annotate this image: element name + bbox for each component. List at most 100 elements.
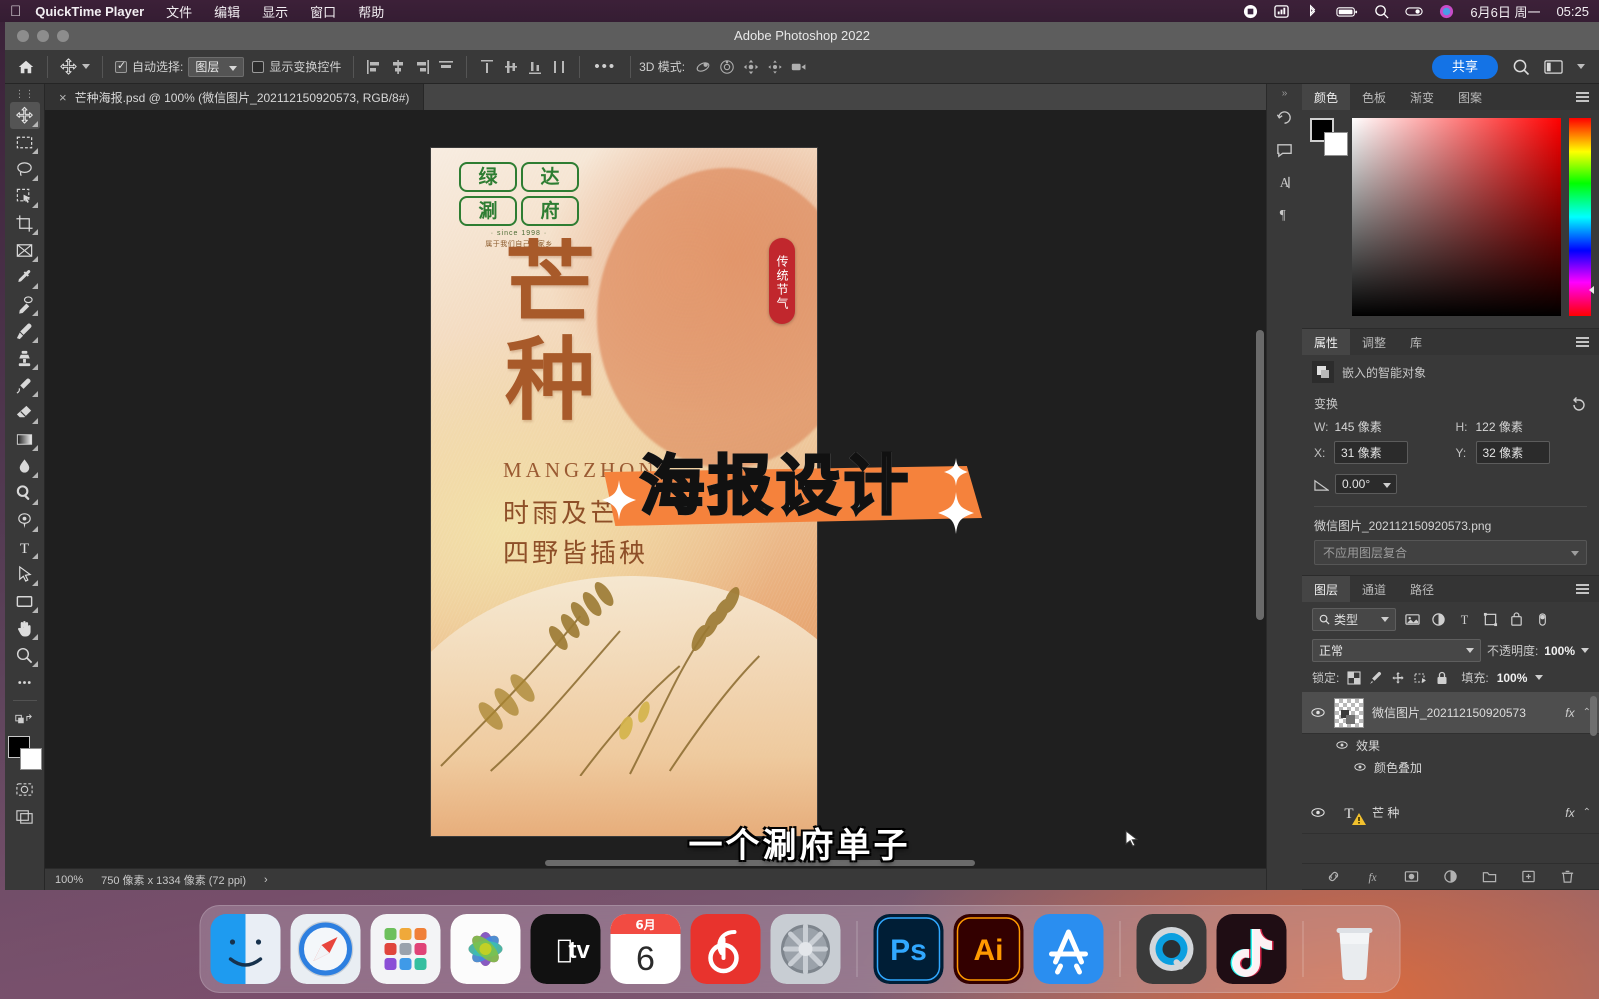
dock-item-trash[interactable] [1319,914,1389,984]
chevron-up-icon[interactable]: ⌃ [1583,807,1591,818]
tool-dodge[interactable] [10,480,40,507]
effect-visibility-toggle[interactable] [1354,762,1366,772]
chevron-down-icon[interactable] [82,64,90,69]
align-horizontal-centers-icon[interactable] [390,59,406,75]
search-icon[interactable] [1512,58,1530,76]
color-picker-field[interactable] [1352,118,1561,316]
layer-visibility-toggle[interactable] [1310,807,1326,818]
lock-position-icon[interactable] [1391,671,1405,685]
tab-swatches[interactable]: 色板 [1350,84,1398,110]
current-tool-move[interactable] [56,58,94,75]
edit-toolbar-button[interactable] [10,669,40,696]
dock-item-tiktok[interactable] [1216,914,1286,984]
tool-eyedropper[interactable] [10,264,40,291]
canvas-vertical-scrollbar[interactable] [1256,330,1264,620]
lock-all-icon[interactable] [1435,671,1449,685]
add-layer-mask-icon[interactable] [1404,869,1419,884]
link-layers-icon[interactable] [1326,869,1341,884]
dock-item-quicktime-player[interactable] [1136,914,1206,984]
pixel-filter-icon[interactable] [1402,610,1422,630]
menubar-date[interactable]: 6月6日 周一 [1470,2,1540,21]
menubar-item-view[interactable]: 显示 [262,2,288,21]
comment-icon[interactable] [1272,137,1298,163]
tool-blur[interactable] [10,453,40,480]
distribute-spacing-icon[interactable] [551,59,567,75]
dock-item-app-store[interactable] [1033,914,1103,984]
layer-filter-type-dropdown[interactable]: 类型 [1312,608,1396,631]
slide-3d-icon[interactable] [767,59,783,75]
share-button[interactable]: 共享 [1431,54,1498,79]
blend-mode-dropdown[interactable]: 正常 [1312,639,1481,662]
rotate-3d-icon[interactable] [695,59,711,75]
align-right-edges-icon[interactable] [414,59,430,75]
toolbar-grip[interactable]: ⋮⋮ [15,88,35,102]
dock-item-finder[interactable] [210,914,280,984]
apple-menu-icon[interactable]:  [10,4,21,19]
layer-visibility-toggle[interactable] [1310,707,1326,718]
tool-brush[interactable] [10,318,40,345]
tool-clone-stamp[interactable] [10,345,40,372]
menubar-item-window[interactable]: 窗口 [310,2,336,21]
tool-pen[interactable] [10,507,40,534]
layer-thumbnail[interactable] [1334,697,1364,728]
tool-rectangle[interactable] [10,588,40,615]
width-value[interactable]: 145 像素 [1334,418,1381,435]
new-fill-adjustment-layer-icon[interactable] [1443,869,1458,884]
align-top-edges-icon[interactable] [438,59,454,75]
paragraph-icon[interactable]: ¶ [1272,201,1298,227]
home-button[interactable] [13,58,39,76]
background-color-swatch[interactable] [1324,132,1348,156]
auto-select-option[interactable]: 自动选择: 图层 [111,56,248,77]
dock-item-apple-tv[interactable]: tv [530,914,600,984]
height-value[interactable]: 122 像素 [1476,418,1523,435]
tool-object-selection[interactable] [10,183,40,210]
color-swatches[interactable] [7,736,42,770]
tool-rectangular-marquee[interactable] [10,129,40,156]
auto-select-dropdown[interactable]: 图层 [188,56,245,77]
show-transform-checkbox[interactable] [252,60,265,73]
fill-value[interactable]: 100% [1497,671,1528,685]
smart-object-filter-icon[interactable] [1506,610,1526,630]
auto-select-checkbox[interactable] [115,59,127,73]
layers-vertical-scrollbar[interactable] [1590,696,1597,736]
drag-3d-icon[interactable] [743,59,759,75]
tool-history-brush[interactable] [10,372,40,399]
add-layer-style-icon[interactable]: fx [1365,869,1380,884]
layer-comp-dropdown[interactable]: 不应用图层复合 [1314,540,1587,565]
roll-3d-icon[interactable] [719,59,735,75]
tab-libraries[interactable]: 库 [1398,329,1434,355]
shape-filter-icon[interactable] [1480,610,1500,630]
control-center-icon[interactable] [1405,4,1424,19]
tool-hand[interactable] [10,615,40,642]
collapse-panels-button[interactable]: » [1282,88,1288,99]
screen-record-icon[interactable] [1243,4,1258,19]
tab-layers[interactable]: 图层 [1302,576,1351,602]
delete-layer-icon[interactable] [1560,869,1575,884]
layer-row-smart-object[interactable]: 微信图片_202112150920573 fx ⌃ [1302,692,1599,734]
filter-toggle-icon[interactable] [1532,610,1552,630]
new-layer-icon[interactable] [1521,869,1536,884]
panel-menu-icon[interactable] [1566,329,1599,355]
panel-menu-icon[interactable] [1566,84,1599,110]
tab-gradients[interactable]: 渐变 [1398,84,1446,110]
menubar-item-edit[interactable]: 编辑 [214,2,240,21]
hue-slider[interactable] [1569,118,1594,316]
tool-spot-healing-brush[interactable] [10,291,40,318]
distribute-top-icon[interactable] [479,59,495,75]
distribute-bottom-icon[interactable] [527,59,543,75]
tool-frame[interactable] [10,237,40,264]
chevron-down-icon[interactable] [1581,648,1589,653]
siri-icon[interactable] [1439,4,1454,19]
dock-item-launchpad[interactable] [370,914,440,984]
new-group-icon[interactable] [1482,869,1497,884]
chevron-down-icon[interactable] [1577,64,1585,69]
color-panel-swatches[interactable] [1310,118,1348,156]
dock-item-system-preferences[interactable] [770,914,840,984]
distribute-vertical-centers-icon[interactable] [503,59,519,75]
layer-effects-group[interactable]: 效果 [1302,734,1599,756]
tool-crop[interactable] [10,210,40,237]
x-input[interactable]: 31 像素 [1334,441,1408,464]
battery-icon[interactable] [1336,4,1358,19]
history-icon[interactable] [1272,105,1298,131]
tab-channels[interactable]: 通道 [1350,576,1398,602]
